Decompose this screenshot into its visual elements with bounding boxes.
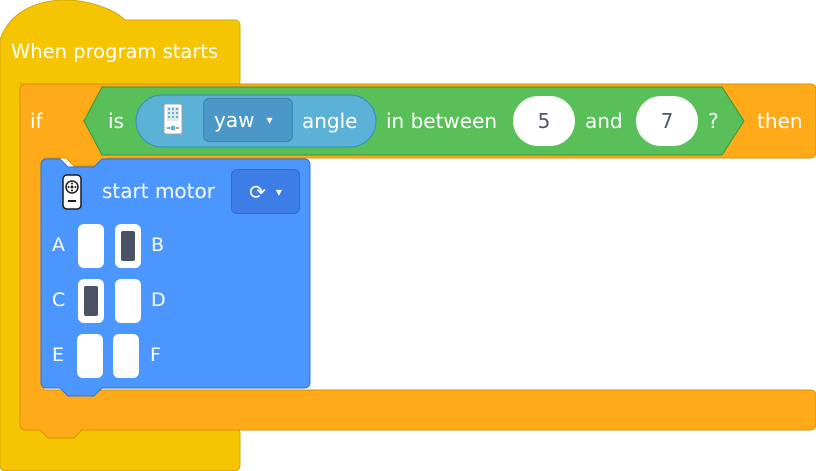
port-d-toggle[interactable] bbox=[115, 279, 141, 323]
high-value-input[interactable]: 7 bbox=[636, 96, 698, 146]
port-c-label: C bbox=[52, 289, 66, 311]
chevron-down-icon: ▾ bbox=[266, 113, 273, 127]
port-a-label: A bbox=[52, 234, 65, 256]
if-label: if bbox=[30, 109, 43, 133]
port-b-label: B bbox=[151, 234, 165, 256]
axis-dropdown[interactable]: yaw ▾ bbox=[203, 98, 293, 142]
port-a-toggle[interactable] bbox=[78, 224, 104, 268]
chevron-down-icon: ▾ bbox=[275, 184, 282, 199]
question-mark-label: ? bbox=[708, 109, 719, 133]
angle-label: angle bbox=[302, 109, 358, 133]
port-c-toggle[interactable] bbox=[78, 279, 104, 323]
start-motor-label: start motor bbox=[102, 179, 215, 203]
port-f-toggle[interactable] bbox=[113, 334, 139, 378]
and-label: and bbox=[585, 109, 623, 133]
then-label: then bbox=[757, 109, 803, 133]
port-d-label: D bbox=[151, 289, 166, 311]
motor-icon bbox=[62, 174, 82, 210]
axis-dropdown-value: yaw bbox=[214, 108, 255, 132]
port-e-toggle[interactable] bbox=[77, 334, 103, 378]
port-b-toggle[interactable] bbox=[115, 224, 141, 268]
hat-label: When program starts bbox=[11, 40, 219, 63]
direction-dropdown[interactable]: ⟳ ▾ bbox=[231, 169, 300, 214]
low-value-input[interactable]: 5 bbox=[513, 96, 575, 146]
hub-icon bbox=[163, 103, 183, 135]
is-label: is bbox=[108, 109, 124, 133]
port-e-label: E bbox=[52, 344, 65, 366]
clockwise-arrow-icon: ⟳ bbox=[249, 179, 266, 204]
port-f-label: F bbox=[150, 344, 161, 366]
in-between-label: in between bbox=[386, 109, 498, 133]
